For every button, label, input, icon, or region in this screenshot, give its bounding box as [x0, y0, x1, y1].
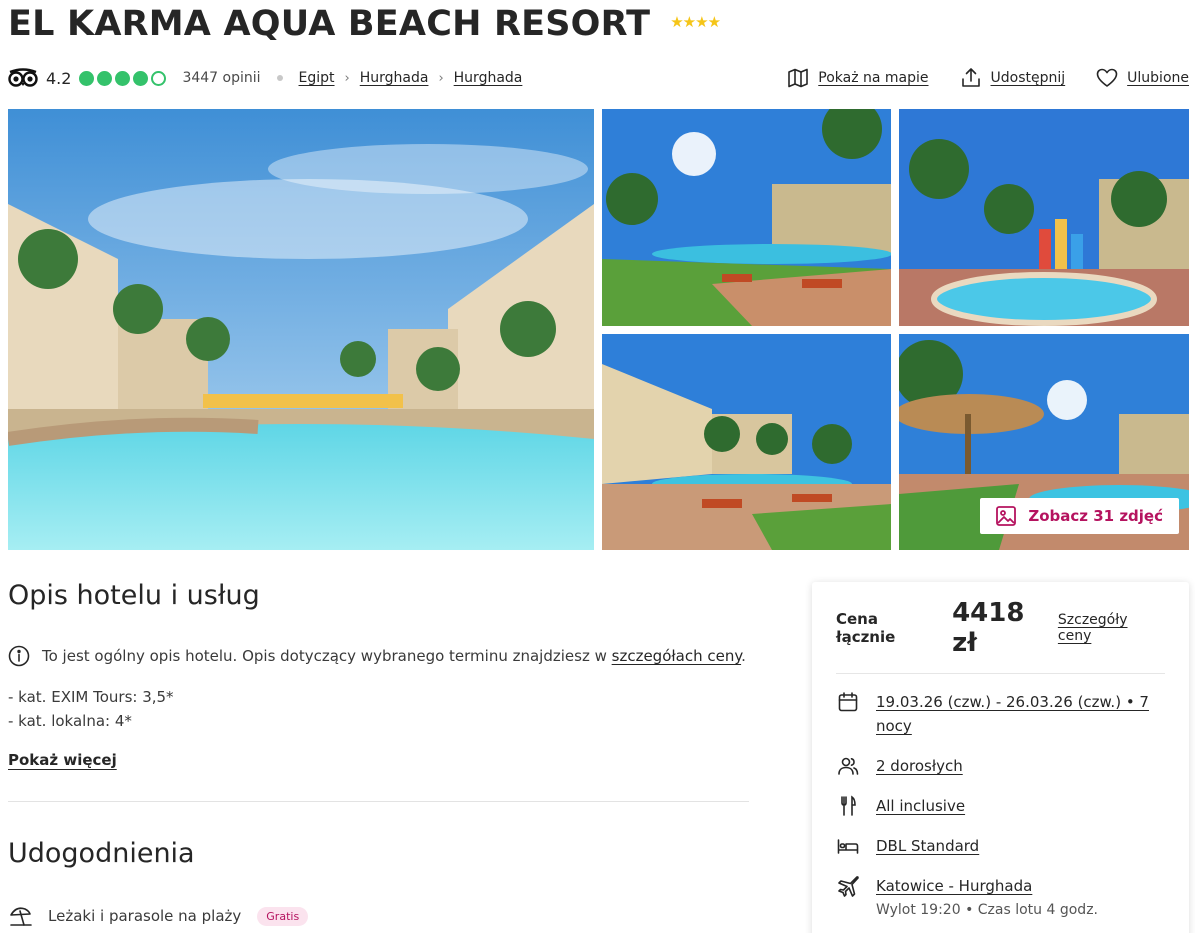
- breadcrumb-chevron-icon: ›: [344, 70, 350, 86]
- amenity-label: Leżaki i parasole na plaży: [48, 907, 242, 925]
- category-list: - kat. EXIM Tours: 3,5* - kat. lokalna: …: [8, 685, 749, 733]
- rating-bubble-full: [97, 70, 113, 86]
- category-local: - kat. lokalna: 4*: [8, 712, 132, 730]
- show-more-link[interactable]: Pokaż więcej: [8, 751, 117, 769]
- dates-row[interactable]: 19.03.26 (czw.) - 26.03.26 (czw.) • 7 no…: [836, 690, 1165, 738]
- pool-photo-image: [602, 109, 891, 326]
- flight-route-text[interactable]: Katowice - Hurghada: [876, 874, 1098, 898]
- gallery-photo-2[interactable]: [602, 109, 891, 326]
- info-text-end: .: [741, 647, 746, 665]
- amenities-heading: Udogodnienia: [8, 838, 195, 869]
- gallery-photo-5[interactable]: Zobacz 31 zdjęć: [899, 334, 1189, 550]
- gallery-main-photo[interactable]: [8, 109, 594, 550]
- pool-photo-image: [8, 109, 594, 550]
- price-details-link[interactable]: Szczegóły ceny: [1058, 612, 1165, 644]
- rating-bubble-full: [79, 70, 95, 86]
- gallery-photo-3[interactable]: [899, 109, 1189, 326]
- rating-bubbles: [79, 70, 167, 86]
- show-on-map-label: Pokaż na mapie: [818, 70, 929, 86]
- breadcrumb-city[interactable]: Hurghada: [454, 70, 523, 86]
- total-price-label: Cena łącznie: [836, 609, 896, 646]
- breadcrumb-country[interactable]: Egipt: [299, 70, 335, 86]
- room-row[interactable]: DBL Standard: [836, 834, 1165, 858]
- see-all-photos-button[interactable]: Zobacz 31 zdjęć: [980, 498, 1179, 534]
- separator-dot: [276, 75, 283, 81]
- rating-bubble-full: [133, 70, 149, 86]
- description-heading: Opis hotelu i usług: [8, 580, 260, 611]
- rating-bubble-empty: [151, 70, 167, 86]
- breadcrumb-region[interactable]: Hurghada: [360, 70, 429, 86]
- share-icon: [961, 68, 980, 87]
- amenity-item: Leżaki i parasole na plaży Gratis: [8, 903, 749, 929]
- dates-text[interactable]: 19.03.26 (czw.) - 26.03.26 (czw.) • 7 no…: [876, 690, 1165, 738]
- price-details-inline-link[interactable]: szczegółach ceny: [612, 647, 741, 665]
- info-icon: [8, 645, 30, 667]
- show-on-map-button[interactable]: Pokaż na mapie: [786, 66, 929, 90]
- pool-photo-image: [602, 334, 891, 550]
- hotel-title: EL KARMA AQUA BEACH RESORT: [8, 4, 651, 44]
- gallery-photo-4[interactable]: [602, 334, 891, 550]
- category-exim: - kat. EXIM Tours: 3,5*: [8, 688, 174, 706]
- share-label: Udostępnij: [990, 70, 1066, 86]
- guests-text[interactable]: 2 dorosłych: [876, 754, 963, 778]
- beach-umbrella-icon: [10, 907, 32, 926]
- heart-icon: [1096, 68, 1118, 87]
- bed-icon: [837, 839, 859, 854]
- flight-row[interactable]: Katowice - Hurghada Wylot 19:20 • Czas l…: [836, 874, 1165, 922]
- price-header: Cena łącznie 4418 zł Szczegóły ceny: [836, 582, 1165, 674]
- hotel-description-section: Opis hotelu i usług To jest ogólny opis …: [8, 580, 749, 929]
- pool-photo-image: [899, 109, 1189, 326]
- meta-row: 4.2 3447 opinii Egipt › Hurghada › Hurgh…: [8, 64, 1189, 92]
- people-icon: [838, 757, 859, 775]
- see-all-photos-label: Zobacz 31 zdjęć: [1028, 507, 1163, 525]
- board-text[interactable]: All inclusive: [876, 794, 965, 818]
- calendar-icon: [838, 692, 858, 712]
- info-text: To jest ogólny opis hotelu. Opis dotyczą…: [42, 647, 612, 665]
- description-info-note: To jest ogólny opis hotelu. Opis dotyczą…: [8, 645, 749, 667]
- hotel-stars: ★★★★: [670, 13, 721, 31]
- favorite-button[interactable]: Ulubione: [1095, 66, 1189, 90]
- rating-score: 4.2: [46, 68, 72, 88]
- rating-bubble-full: [115, 70, 131, 86]
- price-card: Cena łącznie 4418 zł Szczegóły ceny 19.0…: [812, 582, 1189, 933]
- breadcrumb-chevron-icon: ›: [438, 70, 444, 86]
- title-row: EL KARMA AQUA BEACH RESORT ★★★★: [8, 2, 721, 46]
- favorite-label: Ulubione: [1127, 70, 1189, 86]
- gratis-badge: Gratis: [257, 906, 309, 926]
- airplane-icon: [838, 876, 859, 897]
- hotel-actions: Pokaż na mapie Udostępnij Ulubione: [786, 66, 1189, 90]
- share-button[interactable]: Udostępnij: [959, 66, 1066, 90]
- total-price-value: 4418 zł: [952, 597, 1025, 658]
- review-count[interactable]: 3447 opinii: [182, 70, 260, 86]
- tripadvisor-owl-icon: [8, 68, 38, 87]
- cutlery-icon: [841, 795, 856, 816]
- image-icon: [996, 506, 1017, 526]
- board-row[interactable]: All inclusive: [836, 794, 1165, 818]
- room-text[interactable]: DBL Standard: [876, 834, 979, 858]
- guests-row[interactable]: 2 dorosłych: [836, 754, 1165, 778]
- section-divider: [8, 801, 749, 802]
- flight-info-text: Wylot 19:20 • Czas lotu 4 godz.: [876, 902, 1098, 918]
- map-icon: [788, 68, 809, 88]
